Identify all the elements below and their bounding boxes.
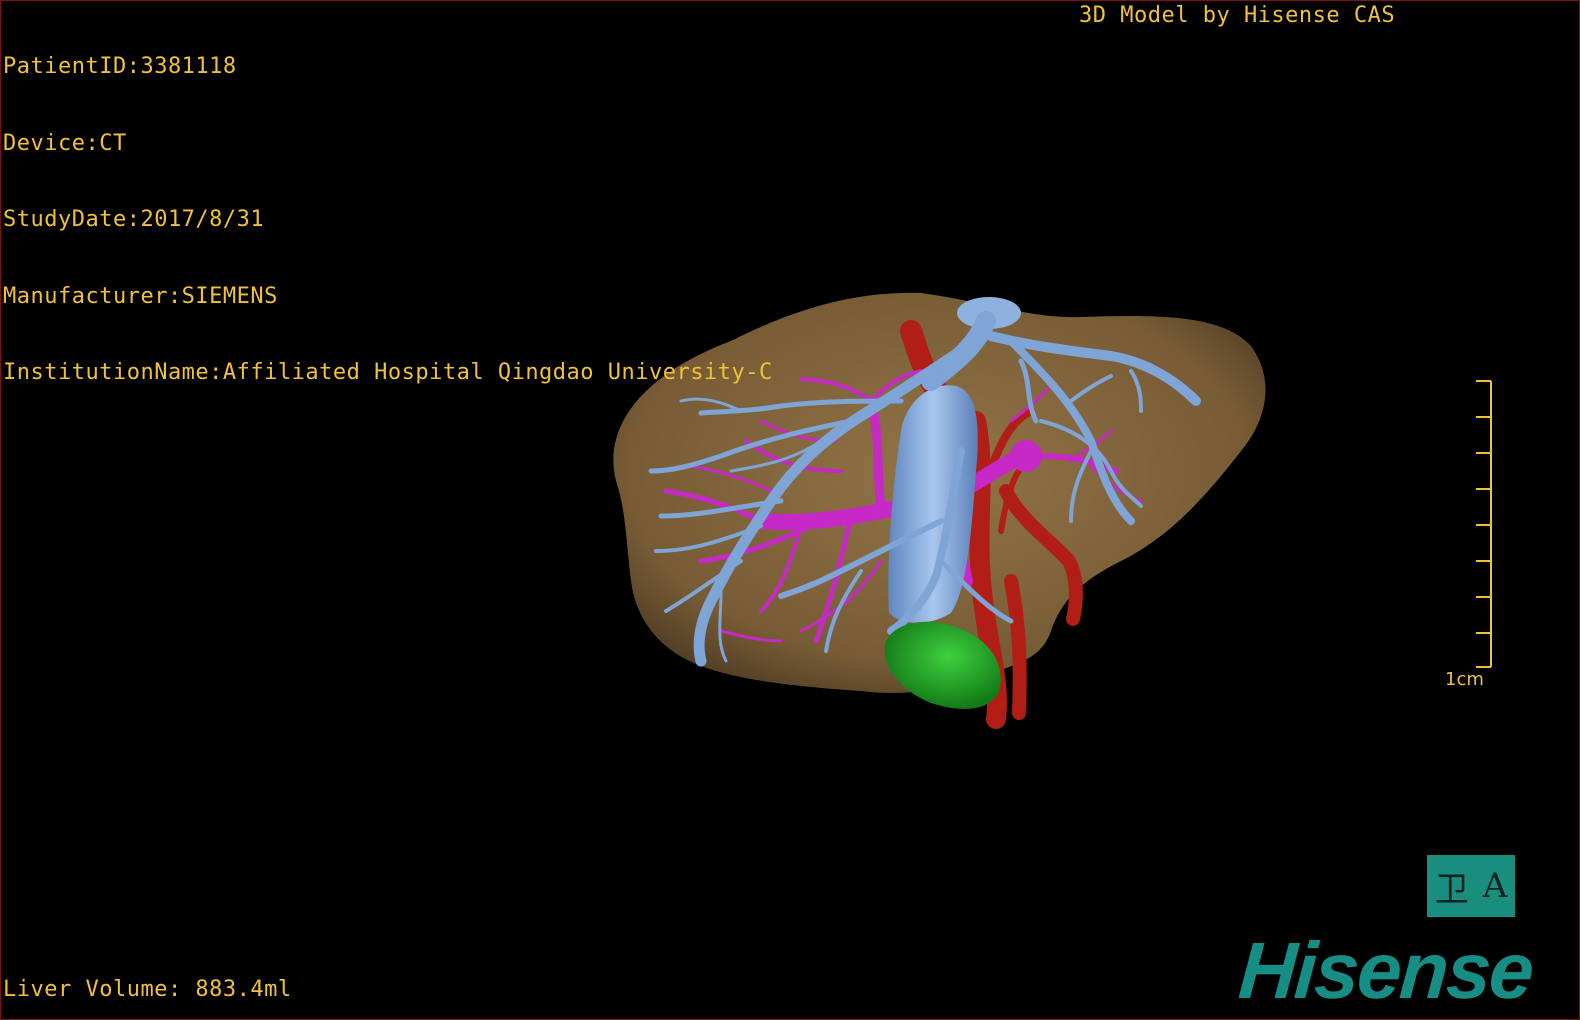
scale-bar — [1476, 380, 1492, 668]
model-title: 3D Model by Hisense CAS — [1079, 3, 1396, 28]
orientation-cube[interactable]: 卫 A — [1427, 855, 1515, 917]
device: Device:CT — [3, 130, 127, 156]
institution-name: InstitutionName:Affiliated Hospital Qing… — [3, 360, 773, 385]
manufacturer: Manufacturer:SIEMENS — [3, 283, 278, 309]
patient-id: PatientID:3381118 — [3, 54, 237, 79]
orientation-anterior-glyph: A — [1482, 866, 1508, 906]
liver-volume: Liver Volume: 883.4ml — [3, 977, 292, 1002]
scale-bar-label: 1cm — [1445, 669, 1484, 690]
3d-viewport[interactable]: PatientID:3381118 Device:CT StudyDate:20… — [0, 0, 1580, 1020]
dicom-info-overlay: PatientID:3381118 Device:CT StudyDate:20… — [3, 3, 773, 437]
study-date: StudyDate:2017/8/31 — [3, 207, 265, 232]
orientation-right-glyph: 卫 — [1434, 869, 1469, 910]
hisense-logo: Hisense — [1235, 926, 1535, 1015]
